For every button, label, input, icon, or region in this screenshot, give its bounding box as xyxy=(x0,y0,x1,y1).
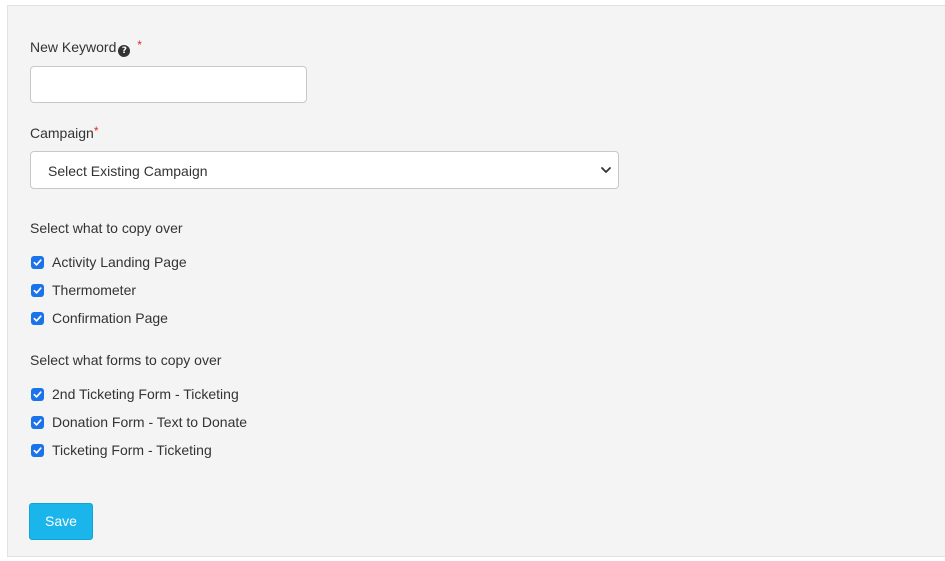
checkbox[interactable] xyxy=(31,415,44,429)
check-icon xyxy=(33,258,42,266)
checkbox-label: Thermometer xyxy=(52,282,137,298)
question-circle-icon[interactable]: ? xyxy=(118,45,131,57)
checkbox-row-ticketing-form[interactable]: Ticketing Form - Ticketing xyxy=(30,441,212,459)
checkbox-label: Activity Landing Page xyxy=(52,254,187,270)
checkbox-row-thermometer[interactable]: Thermometer xyxy=(30,281,136,299)
check-icon xyxy=(33,286,42,294)
new-keyword-label: New Keyword? * xyxy=(30,38,142,57)
check-icon xyxy=(33,390,42,398)
check-icon xyxy=(33,314,42,322)
check-icon xyxy=(33,418,42,426)
checkbox-label: Donation Form - Text to Donate xyxy=(52,414,248,430)
required-asterisk: * xyxy=(93,124,99,138)
checkbox[interactable] xyxy=(31,311,44,325)
checkbox-row-2nd-ticketing-form[interactable]: 2nd Ticketing Form - Ticketing xyxy=(30,385,239,403)
checkbox-row-activity-landing-page[interactable]: Activity Landing Page xyxy=(30,253,187,271)
checkbox-label: Ticketing Form - Ticketing xyxy=(52,442,212,458)
checkbox-label: Confirmation Page xyxy=(52,310,168,326)
checkbox-row-donation-form[interactable]: Donation Form - Text to Donate xyxy=(30,413,247,431)
new-keyword-input[interactable] xyxy=(30,66,307,103)
chevron-down-icon xyxy=(601,167,611,173)
campaign-label-text: Campaign xyxy=(30,125,94,141)
forms-section-heading: Select what forms to copy over xyxy=(30,352,222,368)
required-asterisk: * xyxy=(137,38,142,52)
checkbox-row-confirmation-page[interactable]: Confirmation Page xyxy=(30,309,168,327)
new-keyword-label-text: New Keyword xyxy=(30,39,117,55)
check-icon xyxy=(33,446,42,454)
checkbox[interactable] xyxy=(31,387,44,401)
checkbox[interactable] xyxy=(31,255,44,269)
campaign-select-value: Select Existing Campaign xyxy=(48,163,208,179)
save-button[interactable]: Save xyxy=(29,503,93,540)
checkbox[interactable] xyxy=(31,443,44,457)
checkbox[interactable] xyxy=(31,283,44,297)
checkbox-label: 2nd Ticketing Form - Ticketing xyxy=(52,386,239,402)
campaign-label: Campaign* xyxy=(30,124,99,142)
campaign-select[interactable]: Select Existing Campaign xyxy=(30,151,619,189)
copy-section-heading: Select what to copy over xyxy=(30,220,183,236)
